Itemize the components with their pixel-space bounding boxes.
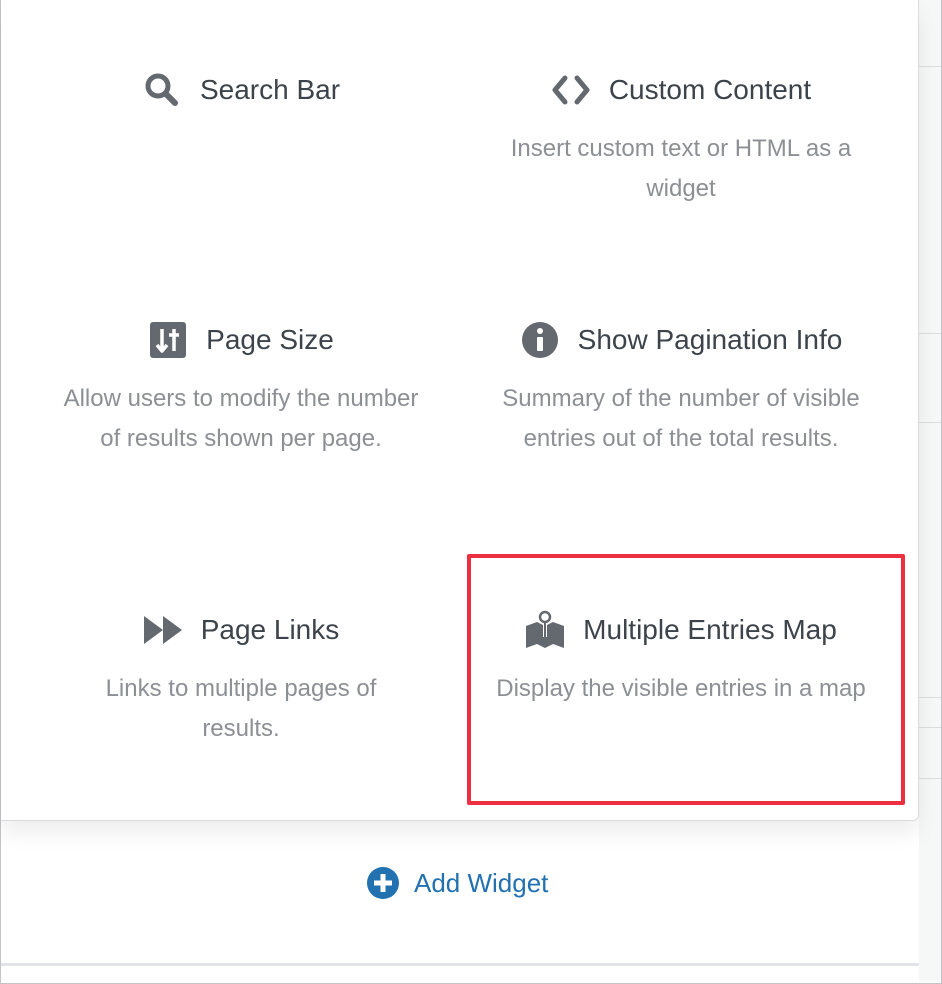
widget-description: Links to multiple pages of results. xyxy=(105,675,377,742)
strip-divider xyxy=(919,333,941,334)
widget-title: Custom Content xyxy=(608,74,812,105)
divider xyxy=(1,963,919,966)
widget-option-search-bar[interactable]: Search Bar xyxy=(21,69,461,111)
info-icon xyxy=(520,320,560,360)
sliders-icon xyxy=(148,320,188,360)
background-editor-strip xyxy=(919,0,941,982)
add-widget-button[interactable]: Add Widget xyxy=(366,866,548,900)
search-icon xyxy=(142,70,182,110)
strip-divider xyxy=(919,778,941,779)
widget-title: Page Size xyxy=(206,324,334,355)
widget-option-page-size[interactable]: Page Size Allow users to modify the numb… xyxy=(21,319,461,458)
widget-description: Insert custom text or HTML as a widget xyxy=(510,135,852,202)
strip-divider xyxy=(919,697,941,698)
fast-forward-icon xyxy=(143,610,183,650)
widget-option-custom-content[interactable]: Custom Content Insert custom text or HTM… xyxy=(461,69,901,208)
plus-circle-icon xyxy=(366,866,400,900)
widget-option-page-links[interactable]: Page Links Links to multiple pages of re… xyxy=(21,609,461,748)
highlight-box xyxy=(467,554,905,805)
widget-title: Show Pagination Info xyxy=(577,324,843,355)
add-widget-label: Add Widget xyxy=(414,867,549,898)
strip-divider xyxy=(919,422,941,423)
widget-description: Allow users to modify the number of resu… xyxy=(63,385,419,452)
widget-option-show-pagination-info[interactable]: Show Pagination Info Summary of the numb… xyxy=(461,319,901,458)
strip-divider xyxy=(919,66,941,67)
strip-divider xyxy=(919,727,941,728)
widget-title: Search Bar xyxy=(199,74,341,105)
widget-description: Summary of the number of visible entries… xyxy=(502,385,860,452)
widget-title: Page Links xyxy=(200,614,340,645)
code-icon xyxy=(551,70,591,110)
